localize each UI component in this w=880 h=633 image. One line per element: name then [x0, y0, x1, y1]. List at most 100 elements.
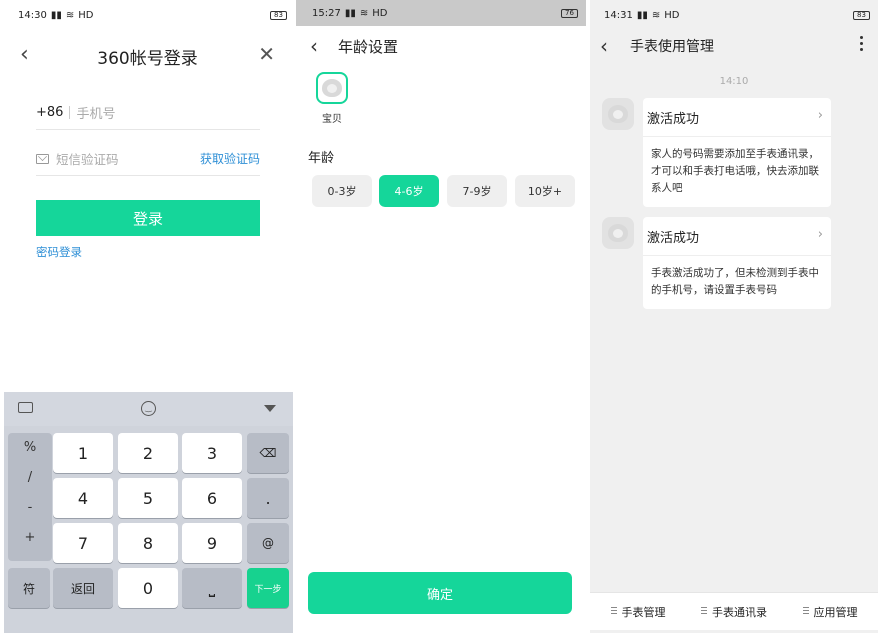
- phone-input[interactable]: 手机号: [76, 103, 115, 122]
- age-option-10-plus[interactable]: 10岁+: [515, 175, 575, 207]
- password-login-link[interactable]: 密码登录: [36, 244, 82, 260]
- menu-icon: [610, 607, 617, 616]
- key-2[interactable]: 2: [118, 433, 178, 473]
- emoji-icon[interactable]: ‿: [141, 401, 156, 416]
- message-card[interactable]: 激活成功 › 家人的号码需要添加至手表通讯录，才可以和手表打电话哦，快去添加联系…: [643, 98, 831, 207]
- close-icon[interactable]: ✕: [258, 42, 275, 66]
- baby-avatar[interactable]: [316, 72, 348, 104]
- page-title: 360帐号登录: [97, 49, 198, 69]
- baby-name: 宝贝: [322, 114, 342, 125]
- network-label: HD: [664, 9, 680, 21]
- tab-label: 手表通讯录: [712, 605, 767, 619]
- key-9[interactable]: 9: [182, 523, 242, 563]
- tab-app-management[interactable]: 应用管理: [782, 593, 878, 630]
- signal-icon: ▮▮: [344, 7, 356, 19]
- tab-watch-management[interactable]: 手表管理: [590, 593, 686, 630]
- battery-icon: 83: [853, 11, 870, 20]
- status-bar: 15:27 ▮▮ ≋ HD 76: [296, 0, 586, 26]
- more-icon[interactable]: [860, 36, 864, 54]
- page-title: 手表使用管理: [630, 39, 714, 55]
- message-card[interactable]: 激活成功 › 手表激活成功了，但未检测到手表中的手机号，请设置手表号码: [643, 217, 831, 309]
- back-icon[interactable]: ‹: [600, 34, 608, 58]
- age-option-4-6[interactable]: 4-6岁: [379, 175, 439, 207]
- message-time: 14:10: [719, 76, 749, 87]
- key-minus[interactable]: -: [8, 493, 52, 523]
- get-code-button[interactable]: 获取验证码: [200, 150, 260, 167]
- key-at[interactable]: @: [247, 523, 289, 563]
- delete-key[interactable]: ⌫: [247, 433, 289, 473]
- message-title-row[interactable]: 激活成功 ›: [643, 217, 831, 255]
- key-slash[interactable]: /: [8, 463, 52, 493]
- battery-icon: 83: [270, 11, 287, 20]
- page-title: 年龄设置: [338, 38, 399, 56]
- key-7[interactable]: 7: [53, 523, 113, 563]
- signal-icon: ▮▮: [50, 9, 62, 21]
- age-option-0-3[interactable]: 0-3岁: [312, 175, 372, 207]
- status-time: 14:30: [18, 9, 47, 21]
- tab-watch-contacts[interactable]: 手表通讯录: [686, 593, 782, 630]
- keyboard-toolbar: ‿: [4, 392, 293, 426]
- menu-icon: [701, 607, 707, 616]
- message-title: 激活成功: [647, 230, 700, 246]
- numeric-keyboard: ‿ % / - + 1 2 3 ⌫ 4 5 6 . 7 8 9 @ 符 返回 0: [4, 392, 293, 633]
- divider: [69, 106, 71, 119]
- status-time: 15:27: [312, 7, 341, 19]
- key-percent[interactable]: %: [8, 433, 52, 463]
- message-icon: [36, 153, 49, 164]
- bottom-tab-bar: 手表管理 手表通讯录 应用管理: [590, 592, 878, 630]
- key-3[interactable]: 3: [182, 433, 242, 473]
- keyboard-icon[interactable]: [18, 402, 33, 413]
- sms-code-input[interactable]: 短信验证码: [56, 149, 200, 168]
- key-4[interactable]: 4: [53, 478, 113, 518]
- back-icon[interactable]: ‹: [310, 34, 318, 58]
- message-body: 手表激活成功了，但未检测到手表中的手机号，请设置手表号码: [651, 267, 819, 296]
- backspace-icon: ⌫: [259, 446, 277, 460]
- key-8[interactable]: 8: [118, 523, 178, 563]
- age-option-7-9[interactable]: 7-9岁: [447, 175, 507, 207]
- tab-label: 手表管理: [621, 605, 666, 619]
- key-plus[interactable]: +: [8, 523, 52, 553]
- chevron-right-icon: ›: [817, 108, 823, 123]
- age-settings-screen: 15:27 ▮▮ ≋ HD 76 ‹ 年龄设置 宝贝 年龄 0-3岁 4-6岁 …: [296, 0, 586, 633]
- key-dot[interactable]: .: [247, 478, 289, 518]
- space-key[interactable]: ⎵: [182, 568, 242, 608]
- network-label: HD: [78, 9, 94, 21]
- key-0[interactable]: 0: [118, 568, 178, 608]
- tab-label: 应用管理: [813, 605, 858, 619]
- avatar-icon: [608, 224, 628, 242]
- sender-avatar: [602, 217, 634, 249]
- return-key[interactable]: 返回: [53, 568, 113, 608]
- confirm-button[interactable]: 确定: [308, 572, 572, 614]
- status-bar: 14:31 ▮▮ ≋ HD 83: [590, 0, 878, 30]
- next-key[interactable]: 下一步: [247, 568, 289, 608]
- message-body: 家人的号码需要添加至手表通讯录，才可以和手表打电话哦，快去添加联系人吧: [651, 148, 819, 194]
- symbols-key[interactable]: 符: [8, 568, 50, 608]
- key-1[interactable]: 1: [53, 433, 113, 473]
- country-code[interactable]: +86: [36, 105, 63, 120]
- message-title-row[interactable]: 激活成功 ›: [643, 98, 831, 136]
- symbol-column[interactable]: % / - +: [8, 433, 52, 561]
- login-screen: 14:30 ▮▮ ≋ HD 83 ‹ 360帐号登录 ✕ +86 手机号 短信验…: [0, 0, 295, 633]
- menu-icon: [802, 607, 809, 616]
- status-bar: 14:30 ▮▮ ≋ HD 83: [0, 0, 295, 30]
- age-label: 年龄: [308, 151, 335, 166]
- signal-icon: ▮▮: [636, 9, 648, 21]
- avatar-icon: [608, 105, 628, 123]
- space-icon: ⎵: [208, 578, 216, 597]
- wifi-icon: ≋: [65, 9, 75, 21]
- phone-field[interactable]: +86 手机号: [36, 96, 260, 130]
- wifi-icon: ≋: [359, 7, 369, 19]
- sms-code-field[interactable]: 短信验证码 获取验证码: [36, 142, 260, 176]
- key-5[interactable]: 5: [118, 478, 178, 518]
- status-time: 14:31: [604, 9, 633, 21]
- wifi-icon: ≋: [651, 9, 661, 21]
- message-title: 激活成功: [647, 111, 700, 127]
- key-6[interactable]: 6: [182, 478, 242, 518]
- collapse-icon[interactable]: [264, 405, 276, 412]
- avatar-icon: [322, 79, 342, 97]
- page: 14:30 ▮▮ ≋ HD 83 ‹ 360帐号登录 ✕ +86 手机号 短信验…: [0, 0, 880, 633]
- battery-icon: 76: [561, 9, 578, 18]
- network-label: HD: [372, 7, 388, 19]
- login-button[interactable]: 登录: [36, 200, 260, 236]
- sender-avatar: [602, 98, 634, 130]
